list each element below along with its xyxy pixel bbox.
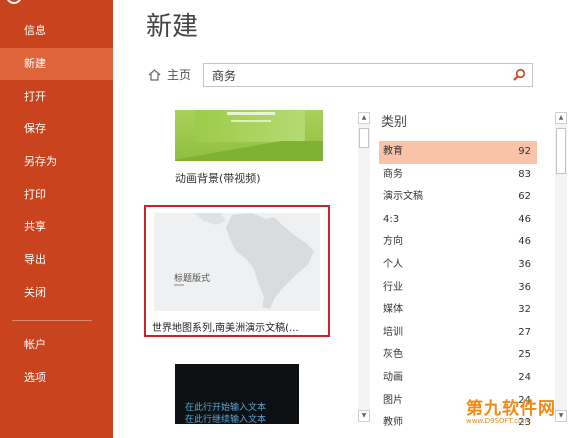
home-link[interactable]: 主页 [148, 66, 191, 83]
category-name: 教育 [383, 146, 403, 157]
home-icon [148, 68, 161, 81]
nav-open[interactable]: 打开 [0, 81, 113, 113]
category-name: 行业 [383, 281, 403, 293]
thumb-text-line: 在此行继续输入文本 [185, 415, 267, 424]
category-count: 83 [518, 168, 531, 180]
category-count: 24 [518, 371, 531, 383]
category-name: 个人 [383, 258, 403, 270]
scroll-down-icon[interactable]: ▼ [358, 410, 370, 422]
thumb-title-text: 标题版式 [174, 274, 211, 284]
category-name: 教师 [383, 417, 403, 429]
category-item[interactable]: 4:3 46 [379, 209, 537, 232]
category-item[interactable]: 行业 36 [379, 277, 537, 300]
category-count: 27 [518, 326, 531, 338]
template-label[interactable]: 世界地图系列,南美洲演示文稿(... [152, 319, 299, 334]
nav-save-as[interactable]: 另存为 [0, 146, 113, 178]
category-item[interactable]: 商务 83 [379, 164, 537, 187]
category-item[interactable]: 个人 36 [379, 254, 537, 277]
home-label: 主页 [167, 68, 192, 82]
nav-info[interactable]: 信息 [0, 15, 113, 47]
nav-options[interactable]: 选项 [0, 362, 113, 394]
scroll-up-icon[interactable]: ▲ [555, 112, 567, 124]
scrollbar-thumb[interactable] [556, 128, 566, 174]
nav-save[interactable]: 保存 [0, 113, 113, 145]
template-thumbnail-dark[interactable]: 在此行开始输入文本 在此行继续输入文本 [175, 364, 299, 424]
watermark-logo: 第九软件网 www.D9SOFT.com [466, 394, 566, 425]
category-name: 方向 [383, 236, 403, 248]
sidebar-divider [12, 320, 92, 321]
category-item[interactable]: 动画 24 [379, 367, 537, 390]
categories-list: 教育 92 商务 83 演示文稿 62 4:3 46 方向 46 个人 36 行业 36 媒体… [379, 141, 537, 435]
category-name: 演示文稿 [383, 191, 423, 203]
thumb-title-bar [227, 112, 275, 115]
category-item[interactable]: 媒体 32 [379, 299, 537, 322]
category-item[interactable]: 培训 27 [379, 322, 537, 345]
nav-account[interactable]: 帐户 [0, 329, 113, 361]
nav-share[interactable]: 共享 [0, 211, 113, 243]
templates-scrollbar[interactable]: ▲ ▼ [358, 112, 370, 422]
template-label[interactable]: 动画背景(带视频) [175, 170, 261, 186]
nav-new[interactable]: 新建 [0, 48, 113, 80]
category-count: 36 [518, 281, 531, 293]
backstage-sidebar: 信息 新建 打开 保存 另存为 打印 共享 导出 关闭 帐户 选项 [0, 0, 113, 438]
category-count: 32 [518, 304, 531, 316]
category-item[interactable]: 演示文稿 62 [379, 186, 537, 209]
category-item[interactable]: 方向 46 [379, 231, 537, 254]
categories-scrollbar[interactable]: ▲ ▼ [555, 112, 567, 422]
categories-header: 类别 [381, 115, 408, 130]
category-count: 46 [518, 236, 531, 248]
scroll-up-icon[interactable]: ▲ [358, 112, 370, 124]
category-name: 动画 [383, 371, 403, 383]
page-title: 新建 [146, 12, 199, 42]
thumb-subtitle-bar [174, 284, 184, 286]
category-name: 灰色 [383, 349, 403, 361]
search-icon[interactable] [512, 68, 526, 82]
template-thumbnail-world-map[interactable]: 标题版式 [154, 213, 320, 311]
category-count: 46 [518, 213, 531, 225]
category-name: 培训 [383, 326, 403, 338]
category-item[interactable]: 灰色 25 [379, 344, 537, 367]
category-item[interactable]: 教育 92 [379, 141, 537, 164]
template-thumbnail-animated-bg[interactable] [175, 110, 323, 161]
watermark-text: 第九软件网 [466, 399, 556, 419]
category-name: 图片 [383, 394, 403, 406]
scrollbar-thumb[interactable] [359, 128, 369, 148]
category-count: 25 [518, 349, 531, 361]
category-count: 36 [518, 258, 531, 270]
thumb-subtitle-bar [231, 120, 271, 122]
thumb-wave [175, 141, 323, 161]
search-input[interactable] [204, 64, 502, 86]
nav-print[interactable]: 打印 [0, 179, 113, 211]
category-name: 商务 [383, 168, 403, 180]
back-arrow-icon[interactable] [6, 0, 22, 4]
category-count: 92 [518, 146, 531, 157]
category-name: 媒体 [383, 304, 403, 316]
category-count: 62 [518, 191, 531, 203]
south-america-map [194, 213, 314, 309]
nav-export[interactable]: 导出 [0, 244, 113, 276]
search-box [203, 63, 533, 87]
category-name: 4:3 [383, 213, 400, 225]
nav-close[interactable]: 关闭 [0, 277, 113, 309]
